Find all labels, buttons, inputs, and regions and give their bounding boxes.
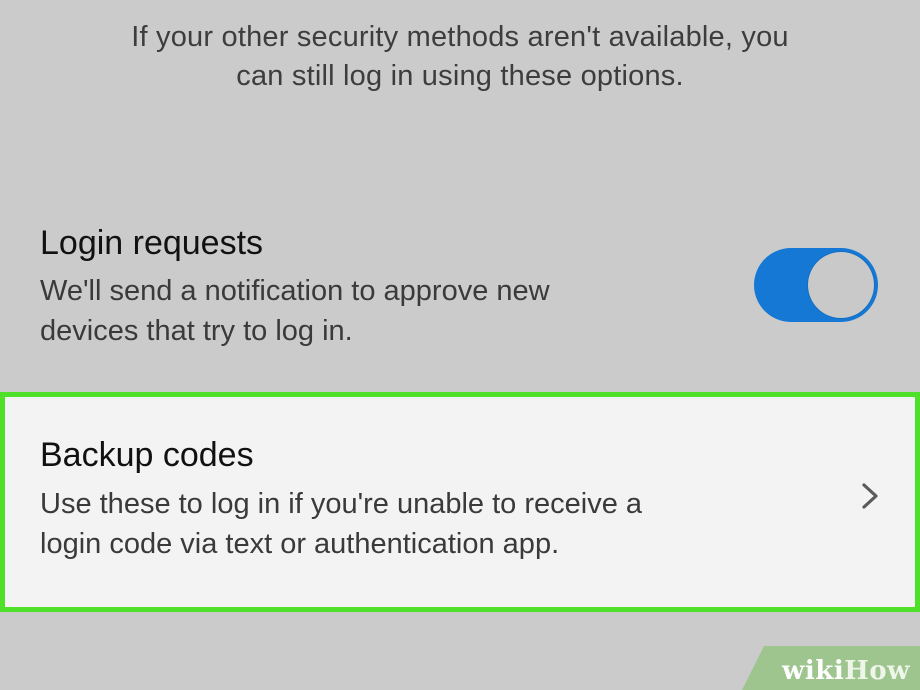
login-requests-desc-line-2: devices that try to log in. <box>40 315 353 347</box>
login-requests-title: Login requests <box>40 224 264 262</box>
watermark-how: How <box>844 656 910 686</box>
backup-codes-row[interactable]: Backup codes Use these to log in if you'… <box>0 392 920 612</box>
security-settings-screen: If your other security methods aren't av… <box>0 0 920 690</box>
backup-codes-title: Backup codes <box>40 436 254 474</box>
login-requests-desc-line-1: We'll send a notification to approve new <box>40 275 550 307</box>
intro-line-2: can still log in using these options. <box>236 60 684 92</box>
toggle-knob <box>808 252 874 318</box>
wikihow-watermark: wikiHow <box>742 646 920 690</box>
watermark-wiki: wiki <box>782 656 845 686</box>
login-requests-row: Login requests We'll send a notification… <box>0 218 920 368</box>
backup-codes-desc-line-2: login code via text or authentication ap… <box>40 528 560 560</box>
login-requests-toggle[interactable] <box>754 248 878 322</box>
watermark-text: wikiHow <box>782 656 910 686</box>
chevron-right-icon <box>862 483 878 509</box>
backup-codes-description: Use these to log in if you're unable to … <box>40 484 820 564</box>
intro-text: If your other security methods aren't av… <box>0 18 920 96</box>
login-requests-description: We'll send a notification to approve new… <box>40 271 740 351</box>
intro-line-1: If your other security methods aren't av… <box>131 21 789 53</box>
backup-codes-desc-line-1: Use these to log in if you're unable to … <box>40 488 643 520</box>
